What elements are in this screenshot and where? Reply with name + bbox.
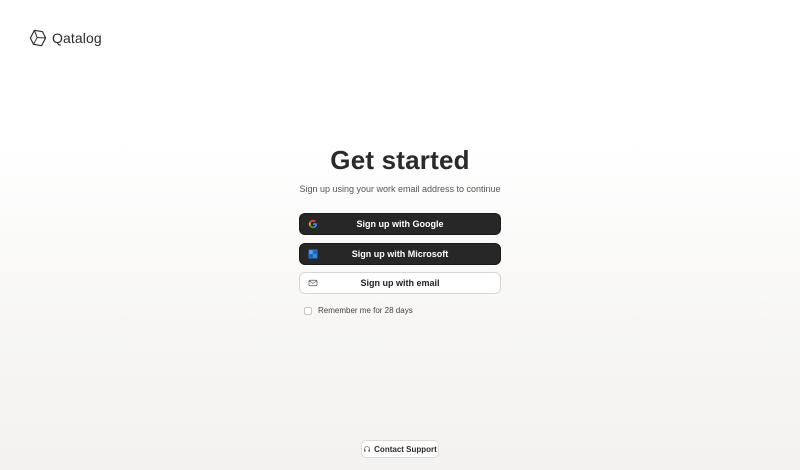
brand-name: Qatalog — [52, 30, 102, 46]
remember-me-label: Remember me for 28 days — [318, 306, 413, 315]
contact-support-label: Contact Support — [374, 444, 437, 454]
sign-up-microsoft-button[interactable]: Sign up with Microsoft — [299, 243, 501, 265]
sign-up-email-button[interactable]: Sign up with email — [299, 272, 501, 294]
envelope-icon — [308, 279, 318, 287]
google-icon — [308, 219, 317, 229]
page-title: Get started — [330, 145, 470, 175]
brand-logo[interactable]: Qatalog — [29, 29, 102, 47]
hexagon-logo-icon — [29, 29, 47, 47]
microsoft-icon — [308, 249, 318, 259]
remember-me-checkbox[interactable] — [304, 306, 312, 315]
sign-up-email-label: Sign up with email — [360, 278, 440, 288]
page-subtitle: Sign up using your work email address to… — [299, 184, 501, 194]
sign-up-google-button[interactable]: Sign up with Google — [299, 213, 501, 235]
remember-me[interactable]: Remember me for 28 days — [304, 306, 413, 315]
headset-icon — [364, 446, 371, 452]
contact-support-button[interactable]: Contact Support — [361, 440, 439, 458]
sign-up-google-label: Sign up with Google — [356, 219, 444, 229]
sign-up-microsoft-label: Sign up with Microsoft — [351, 249, 449, 259]
